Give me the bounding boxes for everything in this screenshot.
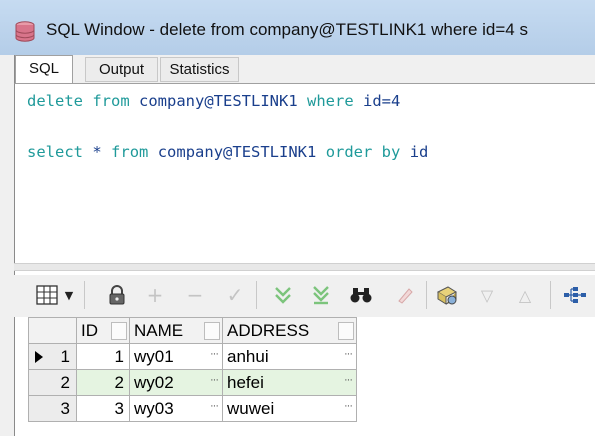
results-grid: ID NAME ADDRESS 1 1 wy01 ··· anhui ··· 2… (28, 317, 357, 422)
toolbar-separator (426, 281, 427, 309)
add-record-icon[interactable]: + (142, 282, 168, 308)
cell-edit-button[interactable]: ··· (344, 348, 353, 360)
current-row-indicator (35, 351, 43, 363)
tab-sql[interactable]: SQL (15, 55, 73, 83)
title-bar: SQL Window - delete from company@TESTLIN… (0, 0, 595, 55)
column-filter-button[interactable] (111, 322, 127, 340)
tab-output[interactable]: Output (85, 57, 158, 82)
cell-name[interactable]: wy02 ··· (129, 369, 223, 396)
code-line-2: select * from company@TESTLINK1 order by… (27, 143, 428, 161)
cell-id[interactable]: 1 (76, 343, 130, 370)
next-icon[interactable]: △ (512, 282, 538, 308)
clear-icon[interactable] (392, 282, 418, 308)
fetch-last-icon[interactable] (308, 282, 334, 308)
corner-cell (28, 317, 77, 344)
cell-edit-button[interactable]: ··· (210, 348, 219, 360)
column-header-address[interactable]: ADDRESS (222, 317, 357, 344)
toolbar-separator (84, 281, 85, 309)
keyword: from (92, 92, 130, 110)
cell-address[interactable]: hefei ··· (222, 369, 357, 396)
row-header[interactable]: 1 (28, 343, 77, 370)
export-icon[interactable] (434, 282, 460, 308)
toolbar-separator (550, 281, 551, 309)
fetch-next-icon[interactable] (270, 282, 296, 308)
keyword: where (307, 92, 354, 110)
code-line-1: delete from company@TESTLINK1 where id=4 (27, 92, 400, 110)
column-header-label: NAME (134, 320, 184, 340)
delete-record-icon[interactable]: − (182, 282, 208, 308)
cell-name[interactable]: wy03 ··· (129, 395, 223, 422)
tab-statistics[interactable]: Statistics (160, 57, 239, 82)
keyword: select (27, 143, 83, 161)
column-name: id (409, 143, 429, 161)
wildcard: * (92, 143, 102, 161)
keyword: delete (27, 92, 83, 110)
find-icon[interactable] (348, 282, 374, 308)
cell-value: wy02 (134, 372, 174, 392)
window-title: SQL Window - delete from company@TESTLIN… (46, 20, 528, 39)
row-header[interactable]: 3 (28, 395, 77, 422)
cell-id[interactable]: 3 (76, 395, 130, 422)
column-filter-button[interactable] (204, 322, 220, 340)
cell-edit-button[interactable]: ··· (210, 400, 219, 412)
column-filter-button[interactable] (338, 322, 354, 340)
cell-edit-button[interactable]: ··· (344, 374, 353, 386)
row-number: 1 (60, 346, 70, 366)
column-header-id[interactable]: ID (76, 317, 130, 344)
cell-value: wy01 (134, 346, 174, 366)
tab-bar: SQL Output Statistics (14, 55, 595, 83)
object-name: company@TESTLINK1 (139, 92, 298, 110)
cell-address[interactable]: wuwei ··· (222, 395, 357, 422)
cell-edit-button[interactable]: ··· (344, 400, 353, 412)
cell-name[interactable]: wy01 ··· (129, 343, 223, 370)
dropdown-arrow-icon[interactable]: ▼ (62, 282, 76, 308)
row-number: 3 (60, 398, 70, 418)
cell-edit-button[interactable]: ··· (210, 374, 219, 386)
column-header-label: ADDRESS (227, 320, 310, 340)
condition: id=4 (363, 92, 401, 110)
cell-address[interactable]: anhui ··· (222, 343, 357, 370)
lock-icon[interactable] (104, 282, 130, 308)
cell-value: wuwei (227, 398, 275, 418)
cell-value: anhui (227, 346, 269, 366)
cell-id[interactable]: 2 (76, 369, 130, 396)
table-row[interactable]: 3 3 wy03 ··· wuwei ··· (28, 395, 357, 422)
keyword: order by (325, 143, 401, 161)
row-number: 2 (60, 372, 70, 392)
previous-icon[interactable]: ▽ (474, 282, 500, 308)
results-toolbar: ▼ + − ✓ ▽ △ (14, 275, 595, 317)
grid-select-icon[interactable] (34, 282, 60, 308)
header-row: ID NAME ADDRESS (28, 317, 357, 344)
table-row[interactable]: 2 2 wy02 ··· hefei ··· (28, 369, 357, 396)
query-tree-icon[interactable] (562, 282, 588, 308)
column-header-name[interactable]: NAME (129, 317, 223, 344)
keyword: from (111, 143, 149, 161)
post-changes-icon[interactable]: ✓ (222, 282, 248, 308)
table-row[interactable]: 1 1 wy01 ··· anhui ··· (28, 343, 357, 370)
object-name: company@TESTLINK1 (157, 143, 317, 161)
database-icon (15, 21, 35, 42)
toolbar-separator (256, 281, 257, 309)
cell-value: wy03 (134, 398, 174, 418)
row-header[interactable]: 2 (28, 369, 77, 396)
pane-splitter[interactable] (14, 263, 595, 271)
cell-value: hefei (227, 372, 264, 392)
sql-editor[interactable]: delete from company@TESTLINK1 where id=4… (14, 83, 595, 263)
column-header-label: ID (81, 320, 98, 340)
